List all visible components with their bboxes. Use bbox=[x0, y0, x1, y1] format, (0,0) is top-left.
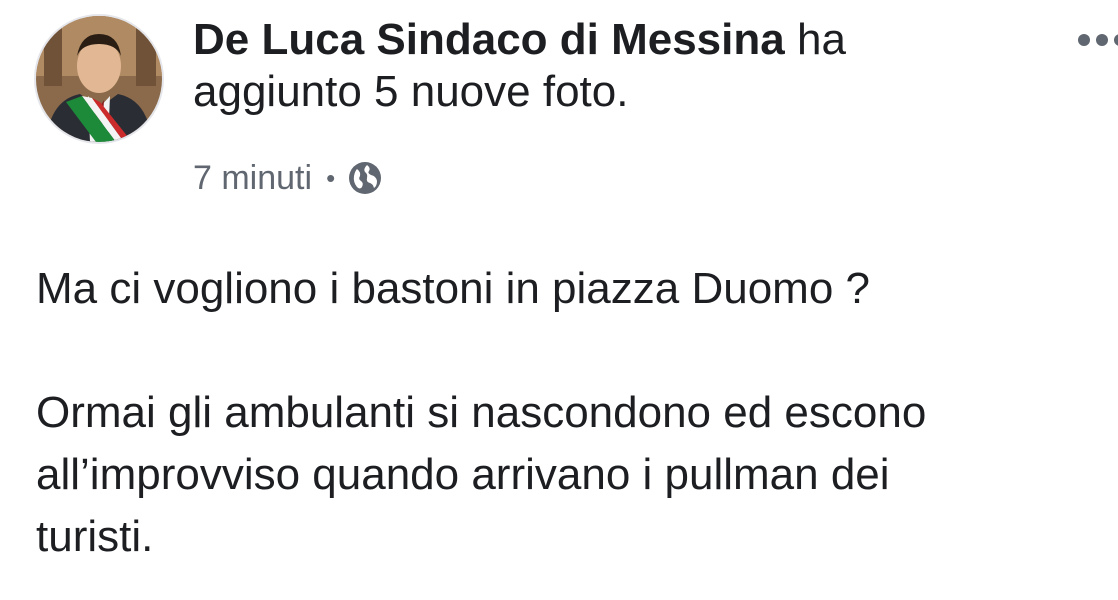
post-meta: 7 minuti • bbox=[193, 156, 383, 200]
post-paragraph-2-line-3: turisti. bbox=[36, 512, 154, 561]
post-header: De Luca Sindaco di Messina ha aggiunto 5… bbox=[193, 14, 993, 118]
profile-photo-icon bbox=[36, 16, 162, 142]
globe-icon[interactable] bbox=[347, 160, 383, 196]
post-timestamp[interactable]: 7 minuti bbox=[193, 159, 312, 198]
author-avatar[interactable] bbox=[36, 16, 162, 142]
author-name-link[interactable]: De Luca Sindaco di Messina bbox=[193, 15, 785, 64]
post-paragraph-2-line-1: Ormai gli ambulanti si nascondono ed esc… bbox=[36, 388, 927, 437]
meta-separator: • bbox=[326, 162, 336, 193]
post-paragraph-1: Ma ci vogliono i bastoni in piazza Duomo… bbox=[36, 264, 871, 313]
post-text: Ma ci vogliono i bastoni in piazza Duomo… bbox=[36, 258, 1118, 568]
post-paragraph-2-line-2: all’improvviso quando arrivano i pullman… bbox=[36, 450, 890, 499]
more-options-icon[interactable] bbox=[1076, 30, 1118, 50]
